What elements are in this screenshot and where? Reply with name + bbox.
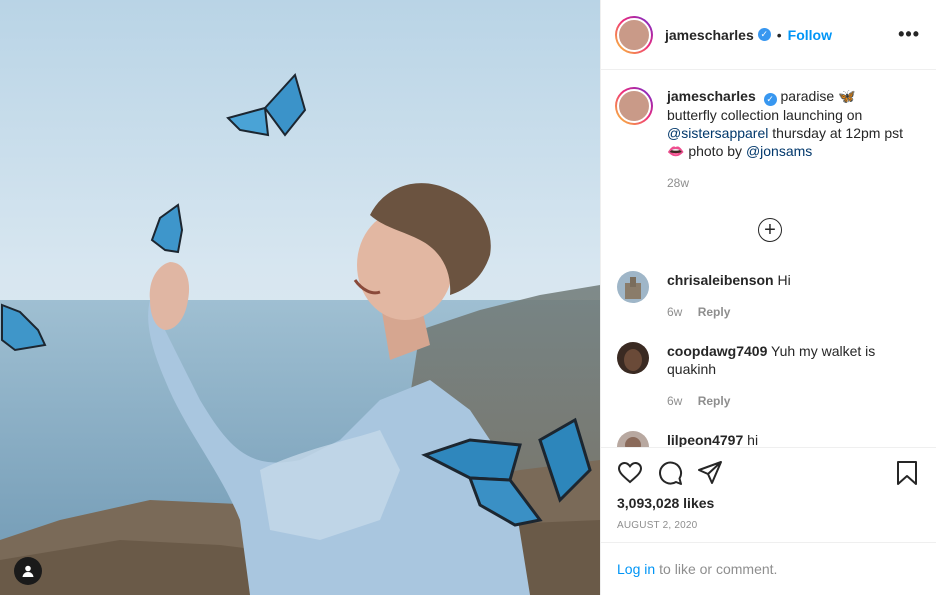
comment-icon[interactable]	[657, 460, 683, 486]
comment-time: 6w	[667, 394, 683, 408]
more-options-icon[interactable]: •••	[898, 24, 920, 45]
reply-button[interactable]: Reply	[698, 305, 731, 319]
login-prompt: Log in to like or comment.	[601, 542, 936, 595]
post-caption: jamescharles ✓ paradise 🦋 butterfly coll…	[601, 71, 936, 192]
author-avatar[interactable]	[615, 15, 653, 54]
comment-item: coopdawg7409 Yuh my walket is quakinh 6w…	[617, 342, 917, 410]
caption-text-3: thursday at 12pm pst	[772, 124, 904, 141]
photo-illustration	[0, 0, 600, 595]
caption-text-2: butterfly collection launching on	[667, 106, 863, 123]
commenter-avatar[interactable]	[617, 271, 649, 303]
comment-username[interactable]: coopdawg7409	[667, 343, 767, 359]
butterfly-emoji: 🦋	[838, 88, 856, 104]
avatar-image	[617, 89, 651, 123]
action-icons	[617, 460, 920, 486]
avatar-image	[617, 431, 649, 447]
header-separator: •	[776, 26, 782, 43]
comment-item: lilpeon4797 hi	[617, 431, 917, 447]
comment-meta: 6w Reply	[667, 392, 907, 410]
lips-emoji: 👄	[667, 142, 685, 159]
reply-button[interactable]: Reply	[698, 394, 731, 408]
caption-username[interactable]: jamescharles	[667, 88, 756, 104]
comment-text: hi	[747, 432, 759, 447]
comment-username[interactable]: chrisaleibenson	[667, 272, 774, 288]
comments-section[interactable]: jamescharles ✓ paradise 🦋 butterfly coll…	[601, 71, 936, 447]
post-header: jamescharles ✓ • Follow •••	[601, 0, 936, 70]
commenter-avatar[interactable]	[617, 431, 649, 447]
likes-count[interactable]: 3,093,028 likes	[617, 495, 714, 511]
heart-icon[interactable]	[617, 460, 643, 486]
caption-meta: 28w	[667, 174, 907, 192]
login-prompt-text: to like or comment.	[659, 561, 778, 577]
commenter-avatar[interactable]	[617, 342, 649, 374]
load-more-comments-button[interactable]: +	[758, 218, 782, 242]
comment-body: chrisaleibenson Hi 6w Reply	[667, 271, 907, 321]
mention-link[interactable]: @jonsams	[746, 143, 812, 159]
post-date: AUGUST 2, 2020	[617, 520, 698, 531]
comment-time: 6w	[667, 305, 683, 319]
mention-link[interactable]: @sistersapparel	[667, 125, 768, 141]
comment-username[interactable]: lilpeon4797	[667, 432, 743, 447]
verified-badge-icon: ✓	[757, 28, 771, 41]
share-icon[interactable]	[697, 460, 723, 486]
avatar-image	[617, 342, 649, 374]
post-sidebar: jamescharles ✓ • Follow ••• jamescharles…	[600, 0, 936, 595]
follow-button[interactable]: Follow	[788, 27, 832, 43]
tagged-users-button[interactable]	[14, 557, 42, 585]
post-photo[interactable]	[0, 0, 600, 595]
comment-text: Hi	[777, 272, 791, 288]
header-user-line: jamescharles ✓ • Follow	[665, 27, 832, 43]
avatar-image	[617, 17, 651, 52]
caption-text: jamescharles ✓ paradise 🦋 butterfly coll…	[667, 87, 907, 192]
login-link[interactable]: Log in	[617, 561, 655, 577]
post-actions: 3,093,028 likes AUGUST 2, 2020	[601, 447, 936, 542]
comment-body: lilpeon4797 hi	[667, 431, 907, 447]
caption-text-4: photo by	[688, 142, 743, 159]
comment-body: coopdawg7409 Yuh my walket is quakinh 6w…	[667, 342, 907, 410]
verified-badge-icon: ✓	[763, 92, 777, 106]
header-username[interactable]: jamescharles	[665, 27, 754, 43]
person-icon	[22, 565, 34, 577]
bookmark-icon[interactable]	[894, 460, 920, 486]
caption-time[interactable]: 28w	[667, 176, 689, 190]
comment-meta: 6w Reply	[667, 303, 907, 321]
avatar-image	[617, 271, 649, 303]
caption-text-1: paradise	[780, 88, 835, 104]
comment-item: chrisaleibenson Hi 6w Reply	[617, 271, 917, 321]
instagram-post: jamescharles ✓ • Follow ••• jamescharles…	[0, 0, 936, 595]
caption-avatar[interactable]	[615, 87, 653, 125]
